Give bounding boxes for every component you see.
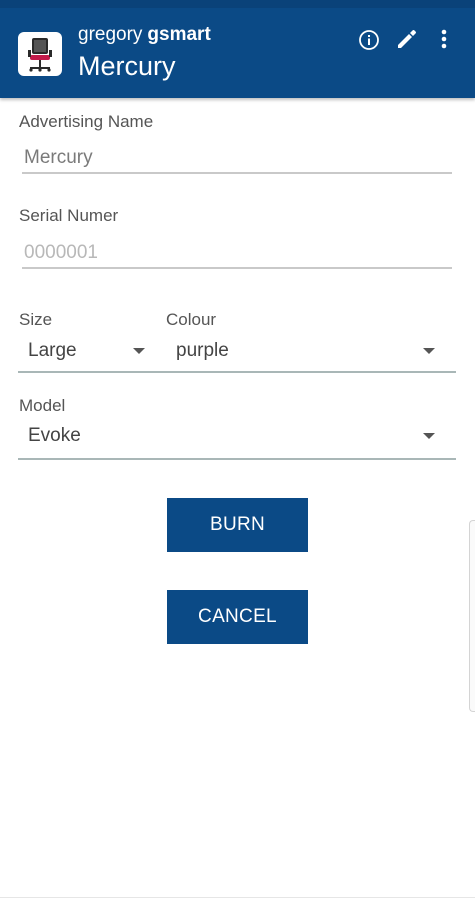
model-underline <box>18 458 456 460</box>
model-label: Model <box>19 396 66 415</box>
model-select[interactable]: Evoke <box>28 425 81 447</box>
more-vert-icon[interactable] <box>436 26 452 52</box>
advertising-name-label: Advertising Name <box>19 112 154 131</box>
device-title: Mercury <box>78 51 176 81</box>
serial-number-input[interactable]: 0000001 <box>24 242 98 264</box>
chevron-down-icon[interactable] <box>423 348 435 354</box>
cancel-button[interactable]: CANCEL <box>167 590 308 644</box>
size-underline <box>18 371 158 373</box>
scroll-indicator[interactable] <box>469 520 475 712</box>
serial-number-label: Serial Numer <box>19 206 119 225</box>
colour-underline <box>158 371 456 373</box>
serial-number-underline <box>22 267 452 269</box>
advertising-name-underline <box>22 172 452 174</box>
chevron-down-icon[interactable] <box>133 348 145 354</box>
owner-first-name: gregory <box>78 24 143 45</box>
bottom-divider <box>0 897 475 898</box>
size-label: Size <box>19 310 53 329</box>
chevron-down-icon[interactable] <box>423 433 435 439</box>
colour-select[interactable]: purple <box>176 340 229 362</box>
colour-label: Colour <box>166 310 217 329</box>
edit-pencil-icon[interactable] <box>393 26 419 52</box>
status-bar <box>0 0 475 8</box>
owner-name: gregory gsmart <box>78 24 211 46</box>
app-bar: gregory gsmart Mercury <box>0 0 475 98</box>
size-select[interactable]: Large <box>28 340 77 362</box>
burn-button[interactable]: BURN <box>167 498 308 552</box>
owner-last-name: gsmart <box>147 24 211 45</box>
office-chair-icon <box>18 32 62 76</box>
advertising-name-input[interactable]: Mercury <box>24 147 93 169</box>
info-icon[interactable] <box>356 27 382 53</box>
